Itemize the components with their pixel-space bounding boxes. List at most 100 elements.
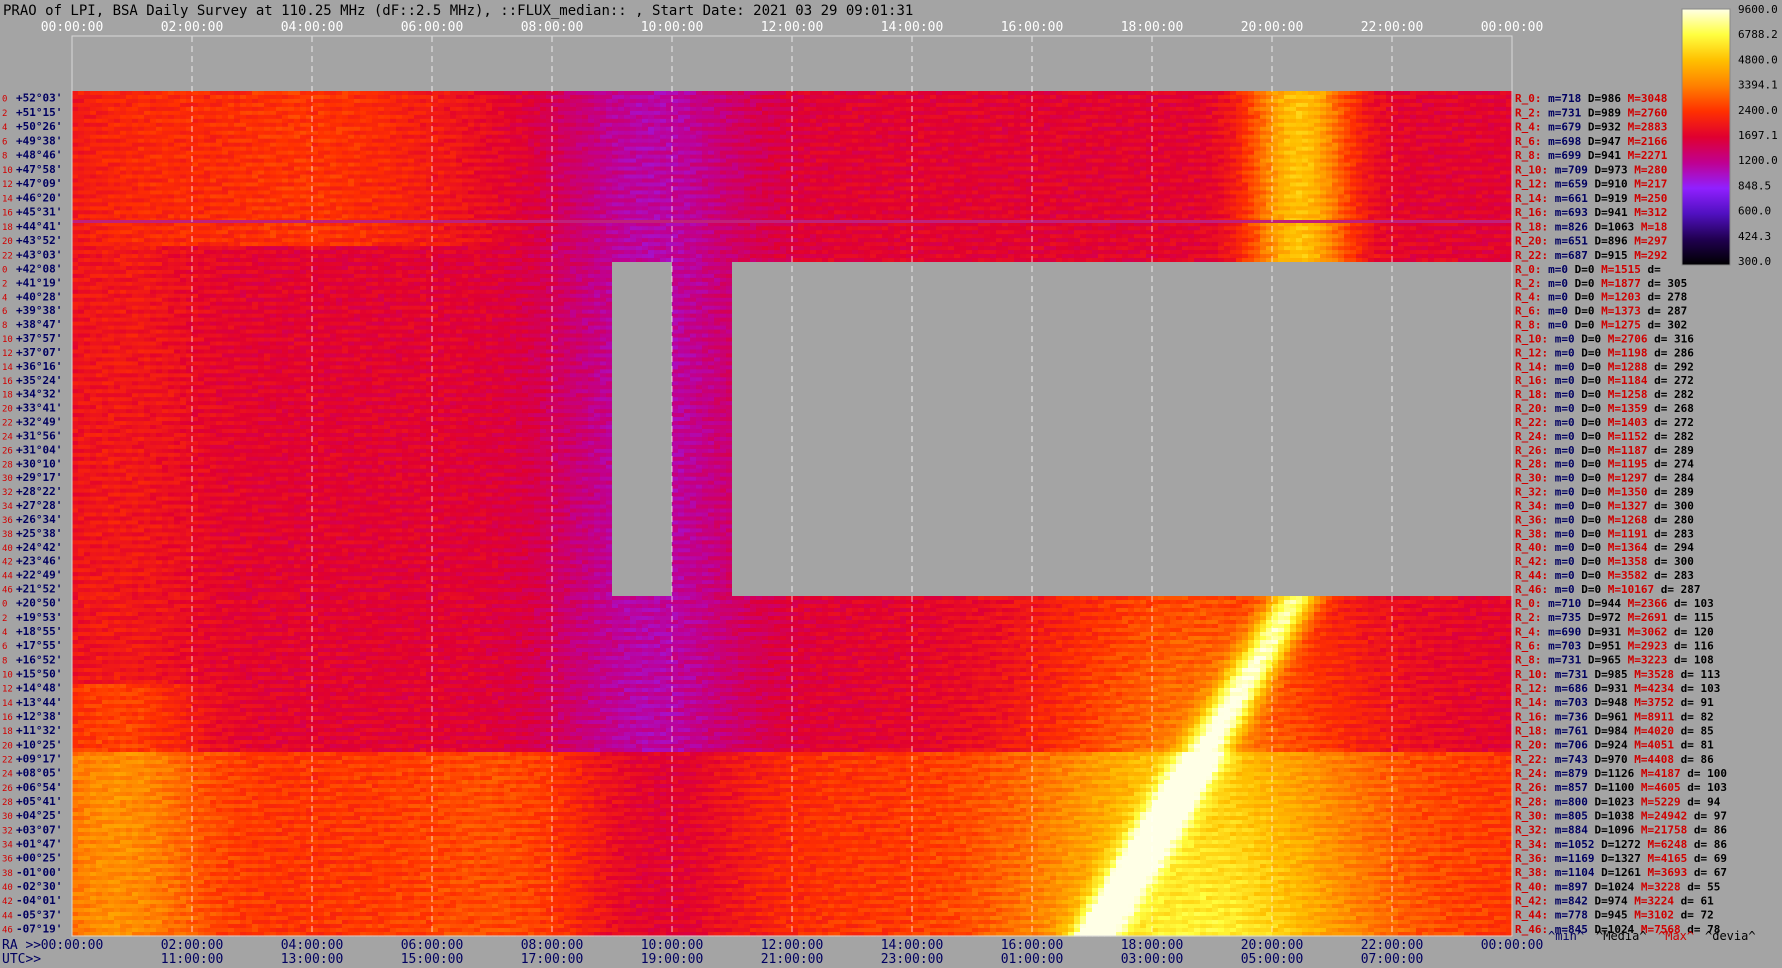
heatmap-cell (348, 95, 355, 100)
heatmap-cell (318, 91, 325, 96)
heatmap-cell (624, 91, 631, 96)
heatmap-cell (444, 103, 451, 108)
heatmap-cell (1134, 95, 1141, 100)
heatmap-cell (222, 103, 229, 108)
heatmap-cell (660, 91, 667, 96)
heatmap-cell (744, 99, 751, 104)
heatmap-cell (330, 91, 337, 96)
heatmap-cell (402, 99, 409, 104)
heatmap-cell (882, 99, 889, 104)
heatmap-cell (654, 103, 661, 108)
heatmap-cell (708, 91, 715, 96)
heatmap-cell (1362, 99, 1369, 104)
heatmap-cell (984, 99, 991, 104)
heatmap-cell (636, 91, 643, 96)
heatmap-cell (648, 91, 655, 96)
heatmap-cell (822, 91, 829, 96)
heatmap-cell (1128, 95, 1135, 100)
heatmap-cell (1056, 91, 1063, 96)
heatmap-cell (96, 91, 103, 96)
heatmap-cell (408, 103, 415, 108)
heatmap-cell (1116, 103, 1123, 108)
heatmap-cell (474, 91, 481, 96)
heatmap-cell (990, 91, 997, 96)
heatmap-cell (276, 99, 283, 104)
heatmap-cell (462, 99, 469, 104)
heatmap-cell (1260, 91, 1267, 96)
heatmap-cell (522, 99, 529, 104)
heatmap-cell (864, 99, 871, 104)
heatmap-cell (72, 91, 79, 96)
heatmap-cell (918, 99, 925, 104)
heatmap-cell (492, 91, 499, 96)
heatmap-cell (282, 107, 289, 112)
heatmap-cell (456, 95, 463, 100)
heatmap-cell (1500, 99, 1507, 104)
heatmap-cell (114, 91, 121, 96)
heatmap-cell (966, 91, 973, 96)
heatmap-cell (816, 103, 823, 108)
heatmap-cell (420, 91, 427, 96)
heatmap-cell (528, 103, 535, 108)
heatmap-cell (180, 103, 187, 108)
heatmap-cell (702, 95, 709, 100)
heatmap-cell (936, 95, 943, 100)
heatmap-cell (1320, 91, 1327, 96)
heatmap-cell (1260, 95, 1267, 100)
heatmap-cell (336, 95, 343, 100)
heatmap-cell (240, 99, 247, 104)
heatmap-cell (726, 103, 733, 108)
heatmap-cell (1392, 99, 1399, 104)
heatmap-cell (1332, 103, 1339, 108)
heatmap-cell (1230, 91, 1237, 96)
heatmap-cell (168, 107, 175, 112)
heatmap-cell (300, 107, 307, 112)
heatmap-cell (114, 99, 121, 104)
heatmap-cell (90, 95, 97, 100)
heatmap-cell (276, 95, 283, 100)
heatmap-cell (1356, 91, 1363, 96)
heatmap-cell (360, 103, 367, 108)
heatmap-cell (1242, 103, 1249, 108)
heatmap-cell (990, 95, 997, 100)
heatmap-cell (528, 99, 535, 104)
heatmap-cell (1122, 103, 1129, 108)
heatmap-cell (750, 99, 757, 104)
heatmap-cell (390, 91, 397, 96)
heatmap-cell (1116, 99, 1123, 104)
heatmap-cell (1356, 95, 1363, 100)
heatmap-cell (774, 91, 781, 96)
heatmap-cell (738, 99, 745, 104)
heatmap-cell (912, 99, 919, 104)
heatmap-cell (1152, 91, 1159, 96)
heatmap-cell (648, 95, 655, 100)
heatmap-cell (1080, 91, 1087, 96)
heatmap-cell (606, 95, 613, 100)
heatmap-cell (396, 99, 403, 104)
heatmap-cell (324, 91, 331, 96)
heatmap-cell (1254, 95, 1261, 100)
heatmap-cell (240, 91, 247, 96)
heatmap-cell (228, 107, 235, 112)
heatmap-cell (174, 107, 181, 112)
heatmap-cell (1158, 95, 1165, 100)
heatmap-cell (438, 99, 445, 104)
heatmap-cell (1116, 91, 1123, 96)
heatmap-cell (1404, 103, 1411, 108)
heatmap-cell (630, 103, 637, 108)
heatmap-cell (1020, 91, 1027, 96)
heatmap-cell (768, 95, 775, 100)
heatmap-cell (1248, 99, 1255, 104)
heatmap-cell (1344, 95, 1351, 100)
heatmap-cell (1458, 95, 1465, 100)
heatmap-cell (1392, 91, 1399, 96)
heatmap-cell (366, 107, 373, 112)
heatmap-cell (408, 107, 415, 112)
heatmap-cell (168, 91, 175, 96)
heatmap-cell (198, 91, 205, 96)
heatmap-cell (120, 99, 127, 104)
heatmap-cell (792, 99, 799, 104)
heatmap-cell (1494, 91, 1501, 96)
heatmap-cell (690, 95, 697, 100)
heatmap-cell (1500, 91, 1507, 96)
